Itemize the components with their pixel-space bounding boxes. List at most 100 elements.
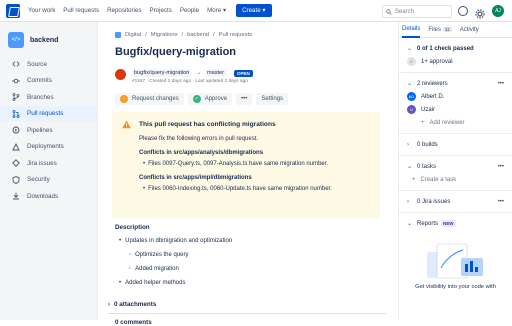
sidebar-item-downloads[interactable]: Downloads bbox=[0, 188, 97, 204]
conflict-warning-panel: This pull request has conflicting migrat… bbox=[112, 112, 380, 218]
approve-label: Approve bbox=[204, 96, 228, 102]
builds-section: › 0 builds bbox=[399, 134, 512, 156]
sidebar-item-source[interactable]: Source bbox=[0, 56, 97, 72]
repo-header[interactable]: </> backend bbox=[0, 22, 97, 56]
search-input[interactable]: Search bbox=[382, 5, 452, 18]
breadcrumb-repo-icon bbox=[115, 32, 121, 38]
checks-label: 0 of 1 check passed bbox=[417, 45, 474, 52]
sidebar-item-branches[interactable]: Branches bbox=[0, 89, 97, 105]
list-item: Added migration bbox=[129, 266, 385, 272]
sidebar-item-jira-issues[interactable]: Jira issues bbox=[0, 155, 97, 171]
nav-your-work[interactable]: Your work bbox=[28, 7, 55, 14]
details-panel: Details Files 11 Activity ⌄ 0 of 1 check … bbox=[398, 22, 512, 320]
settings-button[interactable]: Settings bbox=[256, 93, 289, 105]
reports-section: ⌄ Reports NEW Get visibility into your c… bbox=[399, 213, 512, 294]
download-icon bbox=[12, 192, 20, 200]
pull-request-icon bbox=[12, 109, 20, 118]
user-avatar[interactable]: AJ bbox=[492, 5, 504, 17]
pipeline-icon bbox=[12, 126, 20, 134]
list-item: Updates in dbmigration and optimization bbox=[119, 238, 385, 244]
tab-activity[interactable]: Activity bbox=[460, 22, 479, 38]
jira-section: › 0 Jira issues ••• bbox=[399, 191, 512, 213]
repo-name: backend bbox=[30, 36, 59, 44]
chevron-down-icon: ▾ bbox=[262, 7, 266, 14]
sidebar-item-label: Source bbox=[27, 60, 47, 68]
request-changes-label: Request changes bbox=[132, 96, 179, 102]
breadcrumb-separator: / bbox=[145, 32, 147, 38]
reviewer-name: Albert D. bbox=[421, 93, 445, 100]
source-branch[interactable]: bugfix/query-migration bbox=[132, 69, 192, 77]
approval-row: ✓ 1+ approval bbox=[407, 55, 504, 68]
tab-files[interactable]: Files 11 bbox=[428, 22, 452, 38]
sidebar-item-pipelines[interactable]: Pipelines bbox=[0, 122, 97, 138]
conflict-detail: Files 0060-Indexing.ts, 0060-Update.ts h… bbox=[143, 186, 370, 192]
repo-icon: </> bbox=[8, 32, 24, 48]
nav-projects[interactable]: Projects bbox=[149, 7, 171, 14]
list-item: Added helper methods bbox=[119, 280, 385, 286]
sidebar-item-security[interactable]: Security bbox=[0, 172, 97, 188]
warning-message: Please fix the following errors in pull … bbox=[139, 136, 259, 142]
approval-icon: ✓ bbox=[407, 57, 416, 66]
warning-title: This pull request has conflicting migrat… bbox=[139, 121, 276, 128]
create-task-button[interactable]: + Create a task bbox=[407, 173, 504, 186]
sidebar-item-deployments[interactable]: Deployments bbox=[0, 139, 97, 155]
panel-tabs: Details Files 11 Activity bbox=[399, 22, 512, 38]
reviewer-item[interactable]: U Uzair bbox=[407, 103, 504, 116]
main-content: Digital / Migrations / backend / Pull reque… bbox=[98, 22, 398, 326]
builds-row[interactable]: › 0 builds bbox=[407, 138, 504, 151]
nav-pull-requests[interactable]: Pull requests bbox=[63, 7, 99, 14]
author-avatar[interactable] bbox=[115, 69, 126, 80]
warning-icon bbox=[122, 120, 131, 129]
request-changes-button[interactable]: − Request changes bbox=[115, 93, 184, 105]
tab-details[interactable]: Details bbox=[402, 22, 421, 38]
status-badge: OPEN bbox=[234, 69, 253, 77]
breadcrumb-item[interactable]: Migrations bbox=[151, 32, 178, 38]
page-title: Bugfix/query-migration bbox=[115, 46, 237, 58]
bitbucket-logo-icon[interactable] bbox=[6, 3, 20, 18]
breadcrumb-item[interactable]: Pull requests bbox=[219, 32, 253, 38]
breadcrumb-item[interactable]: Digital bbox=[125, 32, 141, 38]
request-changes-icon: − bbox=[120, 95, 128, 103]
commit-icon bbox=[12, 77, 20, 85]
approve-button[interactable]: ✓ Approve bbox=[187, 93, 233, 105]
more-actions-button[interactable]: ••• bbox=[236, 93, 253, 105]
settings-gear-icon[interactable] bbox=[475, 6, 485, 19]
tasks-row[interactable]: ⌄ 0 tasks ••• bbox=[407, 160, 504, 173]
sidebar-item-pull-requests[interactable]: Pull requests bbox=[0, 105, 97, 122]
reviewers-section: ⌄ 2 reviewers ••• AD Albert D. U Uzair +… bbox=[399, 73, 512, 134]
jira-row[interactable]: › 0 Jira issues ••• bbox=[407, 195, 504, 208]
target-branch[interactable]: master bbox=[204, 69, 227, 77]
nav-repositories[interactable]: Repositories bbox=[107, 7, 141, 14]
breadcrumb: Digital / Migrations / backend / Pull reque… bbox=[115, 32, 256, 38]
list-item: Optimizes the query bbox=[129, 252, 385, 258]
reviewers-row[interactable]: ⌄ 2 reviewers ••• bbox=[407, 77, 504, 90]
tasks-label: 0 tasks bbox=[417, 163, 437, 170]
breadcrumb-separator: / bbox=[181, 32, 184, 38]
tab-files-label: Files bbox=[428, 26, 442, 33]
avatar: AD bbox=[407, 92, 416, 101]
breadcrumb-item[interactable]: backend bbox=[187, 32, 209, 38]
create-task-label: Create a task bbox=[420, 176, 457, 183]
add-reviewer-button[interactable]: + Add reviewer bbox=[407, 116, 504, 129]
arrow-right-icon: → bbox=[195, 70, 201, 76]
shield-icon bbox=[12, 175, 20, 184]
pr-meta: bugfix/query-migration → master OPEN #11… bbox=[115, 69, 253, 84]
files-count-badge: 11 bbox=[443, 27, 452, 32]
sidebar-item-commits[interactable]: Commits bbox=[0, 73, 97, 89]
checks-row[interactable]: ⌄ 0 of 1 check passed bbox=[407, 42, 504, 55]
attachments-toggle[interactable]: › 0 attachments bbox=[108, 301, 156, 308]
plus-icon: + bbox=[412, 176, 416, 183]
plus-icon: + bbox=[421, 119, 425, 126]
help-icon[interactable] bbox=[458, 6, 468, 16]
create-button[interactable]: Create ▾ bbox=[236, 4, 272, 17]
nav-more[interactable]: More ▾ bbox=[207, 7, 226, 14]
reviewer-item[interactable]: AD Albert D. bbox=[407, 90, 504, 103]
reports-row[interactable]: ⌄ Reports NEW bbox=[407, 217, 504, 230]
more-dots-icon[interactable]: ••• bbox=[498, 81, 504, 87]
repository-sidebar: </> backend Source Commits Branches Pull… bbox=[0, 22, 98, 320]
more-dots-icon[interactable]: ••• bbox=[498, 164, 504, 170]
nav-people[interactable]: People bbox=[180, 7, 199, 14]
chevron-down-icon: ⌄ bbox=[407, 81, 413, 87]
tasks-section: ⌄ 0 tasks ••• + Create a task bbox=[399, 156, 512, 191]
more-dots-icon[interactable]: ••• bbox=[498, 199, 504, 205]
